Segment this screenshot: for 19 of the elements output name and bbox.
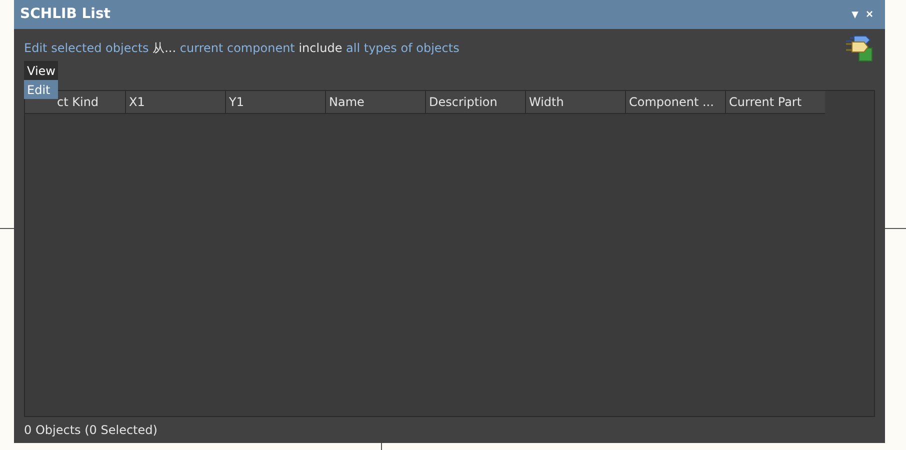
filter-link[interactable]: Edit bbox=[24, 41, 48, 56]
column-header[interactable]: Component ... bbox=[625, 90, 725, 113]
status-text: 0 Objects (0 Selected) bbox=[23, 422, 158, 439]
column-header[interactable]: Width bbox=[525, 90, 625, 113]
filter-sentence: Edit selected objects 从... current component include all types of objects bbox=[24, 40, 460, 58]
dropdown-button[interactable]: ▾ bbox=[848, 7, 862, 22]
column-header[interactable]: Description bbox=[425, 90, 525, 113]
filter-link[interactable]: all types of objects bbox=[346, 41, 460, 56]
column-header[interactable]: X1 bbox=[125, 90, 225, 113]
menu-item[interactable]: View bbox=[24, 61, 58, 80]
menu-item[interactable]: Edit bbox=[24, 80, 58, 99]
close-button[interactable]: × bbox=[862, 7, 877, 22]
filter-link[interactable]: current component bbox=[180, 41, 295, 56]
column-header[interactable]: Name bbox=[325, 90, 425, 113]
component-icon[interactable] bbox=[845, 34, 875, 64]
column-header[interactable]: Current Part bbox=[725, 90, 825, 113]
column-header[interactable]: Y1 bbox=[225, 90, 325, 113]
window-title: SCHLIB List bbox=[20, 6, 112, 22]
filter-link[interactable]: selected objects bbox=[51, 41, 149, 56]
